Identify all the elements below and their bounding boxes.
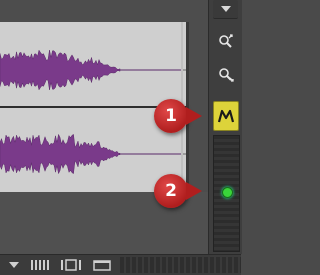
callout-label: 1	[165, 106, 177, 126]
vertical-zoom-slider[interactable]	[213, 135, 240, 252]
waveform-overview-icon	[31, 260, 49, 270]
zoom-in-icon	[218, 33, 233, 48]
triangle-down-icon	[220, 6, 231, 12]
split-view-button[interactable]	[60, 258, 82, 272]
zoom-toolbar	[208, 0, 242, 254]
window-icon	[93, 260, 111, 271]
auto-zoom-button[interactable]	[213, 101, 239, 131]
bottom-menu-button[interactable]	[8, 258, 20, 272]
zoom-out-icon	[218, 67, 234, 82]
callout-label: 2	[165, 181, 177, 201]
panel-menu-button[interactable]	[213, 0, 238, 19]
bottom-toolbar	[0, 254, 241, 275]
triangle-down-icon	[9, 262, 19, 268]
callout-pointer-2	[186, 182, 202, 200]
zoom-slider-handle[interactable]	[222, 187, 233, 198]
callout-badge-2: 2	[154, 174, 188, 208]
bottom-scrollbar[interactable]	[120, 257, 241, 273]
split-view-icon	[61, 259, 81, 271]
overview-button[interactable]	[30, 258, 50, 272]
zoom-out-button[interactable]	[213, 62, 238, 87]
zoom-in-button[interactable]	[213, 28, 238, 53]
mountain-m-icon	[217, 109, 235, 123]
callout-pointer-1	[186, 107, 202, 125]
window-button[interactable]	[93, 258, 111, 272]
callout-badge-1: 1	[154, 99, 188, 133]
